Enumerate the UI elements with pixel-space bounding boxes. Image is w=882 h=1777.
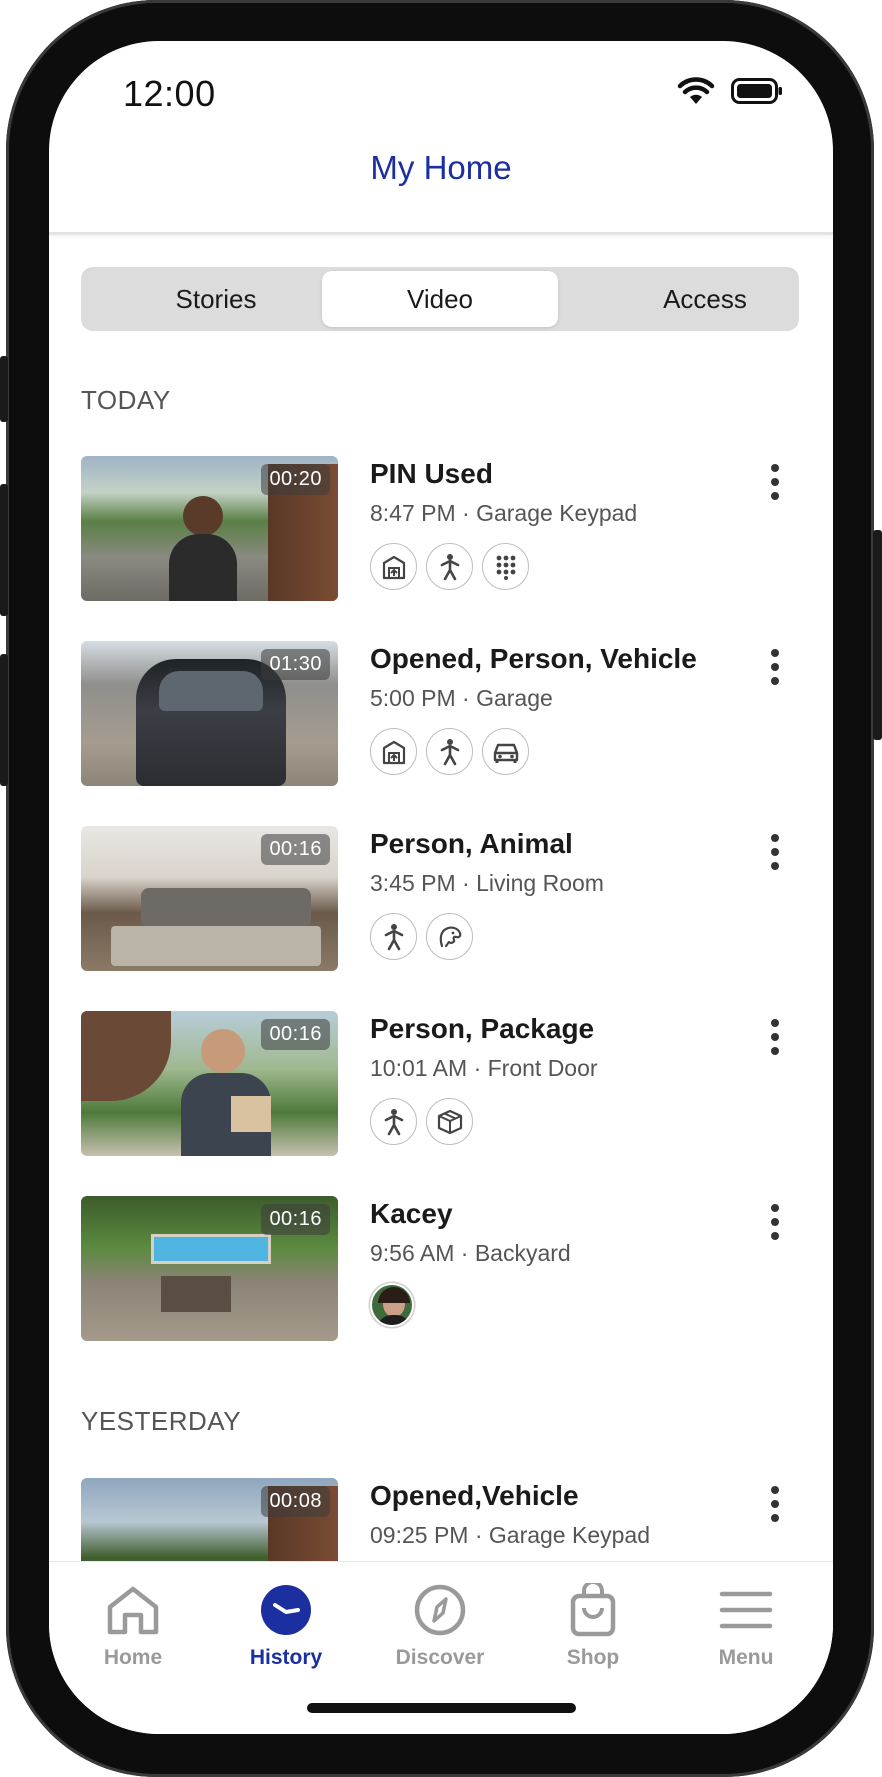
- power-button: [873, 530, 882, 740]
- garage-icon: [370, 728, 417, 775]
- status-time: 12:00: [123, 73, 216, 114]
- duration-badge: 01:30: [261, 649, 330, 680]
- more-options-button[interactable]: [767, 830, 783, 874]
- event-tags: [370, 1098, 473, 1145]
- event-row[interactable]: 01:30 Opened, Person, Vehicle 5:00 PM · …: [81, 641, 801, 787]
- wifi-icon: [677, 77, 715, 104]
- event-title: Person, Animal: [370, 828, 573, 859]
- nav-label: History: [249, 1646, 323, 1669]
- person-icon: [426, 543, 473, 590]
- app-screen: 12:00 My Home Stories Video Access TODAY: [49, 41, 833, 1734]
- home-indicator: [307, 1703, 576, 1713]
- event-subtitle: 09:25 PM · Garage Keypad: [370, 1522, 650, 1548]
- car-icon: [482, 728, 529, 775]
- person-icon: [426, 728, 473, 775]
- event-row[interactable]: 00:16 Kacey 9:56 AM · Backyard: [81, 1196, 801, 1342]
- history-icon: [221, 1582, 351, 1638]
- event-title: Opened, Person, Vehicle: [370, 643, 697, 674]
- duration-badge: 00:20: [261, 464, 330, 495]
- menu-icon: [681, 1582, 811, 1638]
- event-tags: [370, 1283, 414, 1327]
- nav-history[interactable]: History: [221, 1582, 351, 1670]
- nav-label: Discover: [395, 1646, 485, 1669]
- tab-video[interactable]: Video: [322, 271, 558, 327]
- more-options-button[interactable]: [767, 645, 783, 689]
- duration-badge: 00:08: [261, 1486, 330, 1517]
- event-title: Kacey: [370, 1198, 453, 1229]
- thumbnail-package: [231, 1096, 271, 1132]
- thumbnail-windshield: [159, 671, 263, 711]
- nav-discover[interactable]: Discover: [375, 1582, 505, 1670]
- volume-down-button: [0, 654, 8, 786]
- event-thumbnail[interactable]: 00:20: [81, 456, 338, 601]
- event-tags: [370, 913, 473, 960]
- thumbnail-table: [161, 1276, 231, 1312]
- shop-bag-icon: [528, 1582, 658, 1638]
- event-title: Person, Package: [370, 1013, 595, 1044]
- status-icons: [677, 77, 783, 105]
- event-row[interactable]: 00:16 Person, Package 10:01 AM · Front D…: [81, 1011, 801, 1157]
- more-options-button[interactable]: [767, 1482, 783, 1526]
- more-options-button[interactable]: [767, 460, 783, 504]
- event-subtitle: 9:56 AM · Backyard: [370, 1240, 571, 1266]
- event-subtitle: 3:45 PM · Living Room: [370, 870, 604, 896]
- thumbnail-hand: [81, 1011, 171, 1101]
- duration-badge: 00:16: [261, 834, 330, 865]
- package-icon: [426, 1098, 473, 1145]
- event-tags: [370, 543, 529, 590]
- event-subtitle: 10:01 AM · Front Door: [370, 1055, 598, 1081]
- event-thumbnail[interactable]: 01:30: [81, 641, 338, 786]
- home-icon: [68, 1582, 198, 1638]
- event-row[interactable]: 00:20 PIN Used 8:47 PM · Garage Keypad: [81, 456, 801, 602]
- section-header-today: TODAY: [81, 385, 171, 415]
- section-header-yesterday: YESTERDAY: [81, 1406, 242, 1436]
- thumbnail-pool: [151, 1234, 271, 1264]
- thumbnail-rug: [111, 926, 321, 966]
- event-subtitle: 8:47 PM · Garage Keypad: [370, 500, 638, 526]
- battery-icon: [731, 78, 782, 104]
- nav-label: Home: [103, 1646, 163, 1669]
- duration-badge: 00:16: [261, 1204, 330, 1235]
- person-icon: [370, 1098, 417, 1145]
- event-title: PIN Used: [370, 458, 493, 489]
- nav-label: Menu: [718, 1646, 774, 1669]
- tab-access[interactable]: Access: [563, 271, 799, 327]
- nav-shop[interactable]: Shop: [528, 1582, 658, 1670]
- person-icon: [370, 913, 417, 960]
- segmented-control: Stories Video Access: [81, 267, 799, 331]
- event-thumbnail[interactable]: 00:16: [81, 1196, 338, 1341]
- garage-icon: [370, 543, 417, 590]
- more-options-button[interactable]: [767, 1200, 783, 1244]
- app-header: 12:00 My Home: [49, 41, 833, 235]
- side-button: [0, 356, 8, 422]
- volume-up-button: [0, 484, 8, 616]
- keypad-icon: [482, 543, 529, 590]
- face-avatar: [370, 1283, 414, 1327]
- thumbnail-person-body: [169, 534, 237, 601]
- thumbnail-person: [183, 496, 223, 536]
- nav-label: Shop: [566, 1646, 620, 1669]
- nav-menu[interactable]: Menu: [681, 1582, 811, 1670]
- thumbnail-sofa: [141, 888, 311, 928]
- event-thumbnail[interactable]: 00:16: [81, 1011, 338, 1156]
- event-title: Opened,Vehicle: [370, 1480, 579, 1511]
- nav-home[interactable]: Home: [68, 1582, 198, 1670]
- compass-icon: [375, 1582, 505, 1638]
- page-title: My Home: [370, 149, 512, 186]
- duration-badge: 00:16: [261, 1019, 330, 1050]
- event-thumbnail[interactable]: 00:16: [81, 826, 338, 971]
- animal-icon: [426, 913, 473, 960]
- thumbnail-person: [201, 1029, 245, 1073]
- event-row[interactable]: 00:16 Person, Animal 3:45 PM · Living Ro…: [81, 826, 801, 972]
- more-options-button[interactable]: [767, 1015, 783, 1059]
- event-tags: [370, 728, 529, 775]
- tab-stories[interactable]: Stories: [81, 271, 317, 327]
- event-subtitle: 5:00 PM · Garage: [370, 685, 553, 711]
